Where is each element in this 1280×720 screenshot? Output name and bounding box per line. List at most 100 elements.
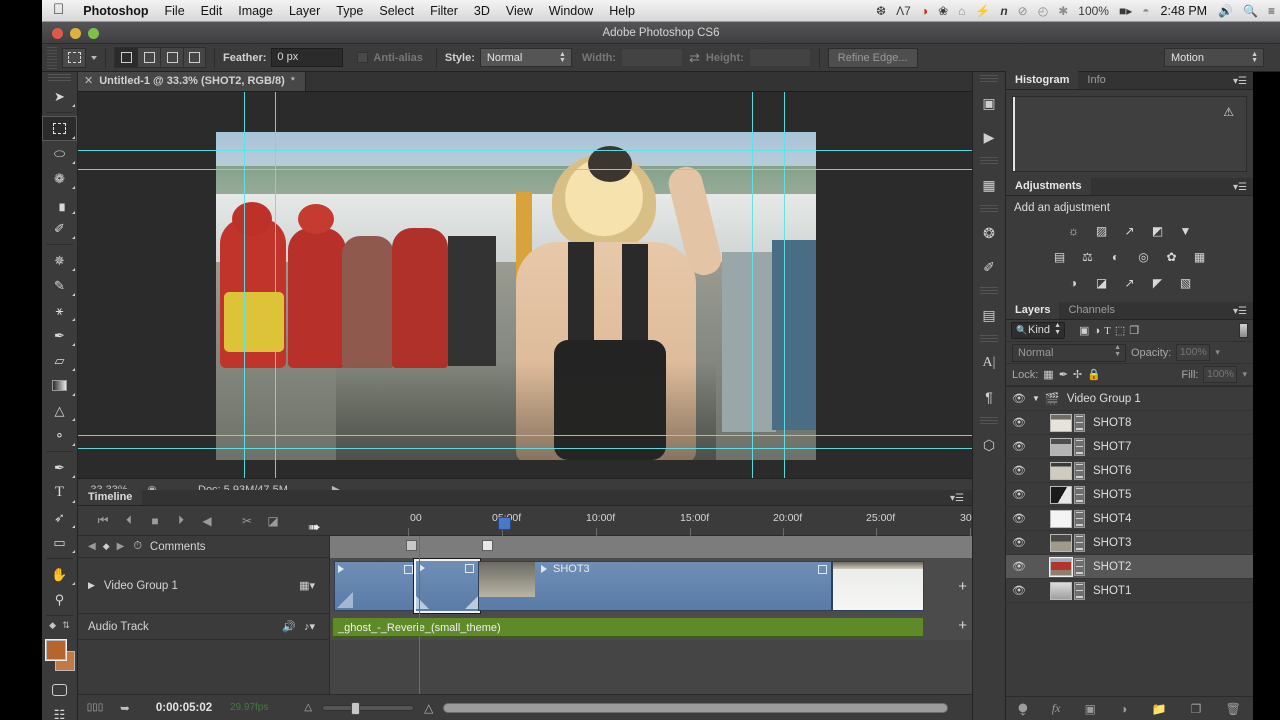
guide-vertical-4[interactable]	[784, 92, 785, 478]
stopwatch-icon[interactable]: ⏱	[133, 540, 142, 553]
add-to-selection-button[interactable]	[137, 47, 160, 68]
height-input[interactable]	[749, 48, 811, 67]
refine-edge-button[interactable]: Refine Edge...	[828, 48, 918, 68]
new-adjustment-layer-icon[interactable]: ◑	[1120, 702, 1127, 716]
dock-grip[interactable]	[980, 335, 998, 343]
actions-panel-icon[interactable]: ▶	[973, 120, 1005, 154]
quick-selection-tool[interactable]: ❁	[42, 166, 77, 191]
brush-presets-panel-icon[interactable]: ❂	[973, 216, 1005, 250]
add-layer-mask-icon[interactable]: ▣	[1085, 702, 1096, 716]
wifi-icon[interactable]: ◓	[1137, 4, 1154, 18]
audio-mute-button[interactable]: ◀	[194, 514, 220, 528]
timeline-tracks[interactable]: SHOT3 + _ghost_-_Reverie_(small_theme) +	[330, 536, 972, 694]
add-layer-style-icon[interactable]: fx	[1052, 701, 1061, 716]
dodge-tool[interactable]: ⚬	[42, 423, 77, 448]
rectangle-tool[interactable]: ▭	[42, 530, 77, 555]
filter-pixel-layers-icon[interactable]: ▣	[1079, 324, 1089, 337]
toggle-visibility-icon[interactable]: 👁	[1006, 560, 1032, 573]
gradient-tool[interactable]	[42, 373, 77, 398]
dock-grip[interactable]	[980, 75, 998, 83]
path-selection-tool[interactable]: ➶	[42, 505, 77, 530]
clock-icon[interactable]: ◴	[1033, 4, 1053, 18]
table-row[interactable]: 👁 SHOT6	[1006, 459, 1253, 483]
screen-mode-button[interactable]: ☷	[42, 702, 77, 720]
move-tool[interactable]: ➤	[42, 84, 77, 109]
histogram-graph[interactable]: ⚠	[1012, 96, 1247, 172]
rectangular-marquee-tool[interactable]	[42, 116, 77, 141]
dock-grip[interactable]	[980, 157, 998, 165]
apple-icon[interactable]: 	[42, 2, 75, 19]
layer-thumbnail[interactable]	[1050, 558, 1072, 576]
lock-position-icon[interactable]: ✢	[1073, 368, 1082, 381]
comment-marker-2[interactable]	[482, 540, 493, 551]
guide-horizontal-2[interactable]	[78, 169, 972, 170]
filter-enable-toggle[interactable]	[1239, 323, 1248, 338]
guide-horizontal-3[interactable]	[78, 435, 972, 436]
menu-edit[interactable]: Edit	[193, 4, 231, 18]
table-row[interactable]: 👁 SHOT4	[1006, 507, 1253, 531]
panel-menu-icon[interactable]: ▾☰	[1233, 182, 1247, 193]
anti-alias-checkbox[interactable]	[357, 52, 368, 63]
color-balance-adjustment-icon[interactable]: ⚖	[1078, 248, 1098, 266]
dropbox-icon[interactable]: ❆	[871, 4, 891, 18]
playhead-handle[interactable]	[498, 517, 511, 530]
menu-file[interactable]: File	[157, 4, 193, 18]
history-panel-icon[interactable]: ▣	[973, 86, 1005, 120]
table-row[interactable]: 👁 SHOT5	[1006, 483, 1253, 507]
workspace-switcher[interactable]: Motion ▲▼	[1164, 48, 1264, 67]
zoom-window-button[interactable]	[88, 28, 99, 39]
table-row[interactable]: 👁 SHOT8	[1006, 411, 1253, 435]
brightness-contrast-adjustment-icon[interactable]: ☼	[1064, 222, 1084, 240]
clip-end-transition-icon[interactable]	[404, 565, 413, 574]
comment-marker-1[interactable]	[406, 540, 417, 551]
fill-input[interactable]: 100%	[1203, 366, 1237, 383]
quick-mask-mode-button[interactable]	[42, 677, 77, 702]
character-panel-icon[interactable]: A|	[973, 346, 1005, 380]
menu-type[interactable]: Type	[328, 4, 371, 18]
close-window-button[interactable]	[52, 28, 63, 39]
disclosure-triangle-icon[interactable]: ▶	[88, 580, 95, 591]
timeline-playhead[interactable]	[419, 536, 420, 694]
tool-preset-picker[interactable]	[62, 48, 86, 68]
guide-horizontal-4[interactable]	[78, 448, 972, 449]
3d-panel-icon[interactable]: ⬡	[973, 428, 1005, 462]
disclosure-triangle-icon[interactable]: ▼	[1032, 394, 1040, 403]
document-tab[interactable]: ✕ Untitled-1 @ 33.3% (SHOT2, RGB/8) *	[78, 72, 306, 91]
audio-track-lane[interactable]: _ghost_-_Reverie_(small_theme) +	[330, 614, 972, 640]
layer-thumbnail[interactable]	[1050, 510, 1072, 528]
tab-adjustments[interactable]: Adjustments	[1006, 177, 1091, 195]
menu-photoshop[interactable]: Photoshop	[75, 4, 156, 18]
history-brush-tool[interactable]: ✒	[42, 323, 77, 348]
timeline-horizontal-scrollbar[interactable]	[443, 703, 948, 713]
layer-filter-kind-select[interactable]: 🔍 Kind ▲▼	[1011, 322, 1065, 339]
black-and-white-adjustment-icon[interactable]: ◐	[1106, 248, 1126, 266]
swap-width-height-icon[interactable]: ⇄	[689, 50, 700, 66]
brush-tool[interactable]: ✎	[42, 273, 77, 298]
threshold-adjustment-icon[interactable]: ↗	[1120, 274, 1140, 292]
zoom-in-timeline-icon[interactable]: △	[424, 701, 433, 715]
bolt-icon[interactable]: ⚡	[970, 4, 995, 18]
prev-keyframe-button[interactable]: ◀	[88, 541, 96, 552]
timeline-zoom-slider[interactable]	[322, 705, 414, 711]
keyframe-marker[interactable]: ◆	[103, 541, 110, 552]
split-at-playhead-icon[interactable]: ✂	[234, 514, 260, 528]
fill-stepper-icon[interactable]: ▾	[1242, 369, 1247, 380]
blend-mode-select[interactable]: Normal ▲▼	[1012, 344, 1126, 362]
clip-shot2[interactable]	[414, 559, 480, 613]
filter-shape-layers-icon[interactable]: ⬚	[1115, 324, 1125, 337]
clip-start-transition-icon[interactable]	[338, 565, 344, 573]
menu-select[interactable]: Select	[371, 4, 422, 18]
search-icon[interactable]: 🔍	[1238, 4, 1263, 18]
audio-track-header[interactable]: Audio Track 🔊 ♪▾	[78, 614, 329, 640]
zoom-tool[interactable]: ⚲	[42, 587, 77, 612]
go-to-first-frame-button[interactable]: ⏮	[90, 513, 116, 528]
clip-end-transition-icon[interactable]	[818, 565, 827, 574]
clip-shot3[interactable]: SHOT3	[478, 561, 832, 611]
layer-thumbnail[interactable]	[1050, 486, 1072, 504]
table-row[interactable]: 👁 SHOT1	[1006, 579, 1253, 603]
subtract-from-selection-button[interactable]	[160, 47, 183, 68]
zoom-out-timeline-icon[interactable]: △	[304, 702, 312, 713]
layer-thumbnail[interactable]	[1050, 438, 1072, 456]
play-stop-button[interactable]: ■	[142, 514, 168, 528]
guide-vertical-1[interactable]	[244, 92, 245, 478]
